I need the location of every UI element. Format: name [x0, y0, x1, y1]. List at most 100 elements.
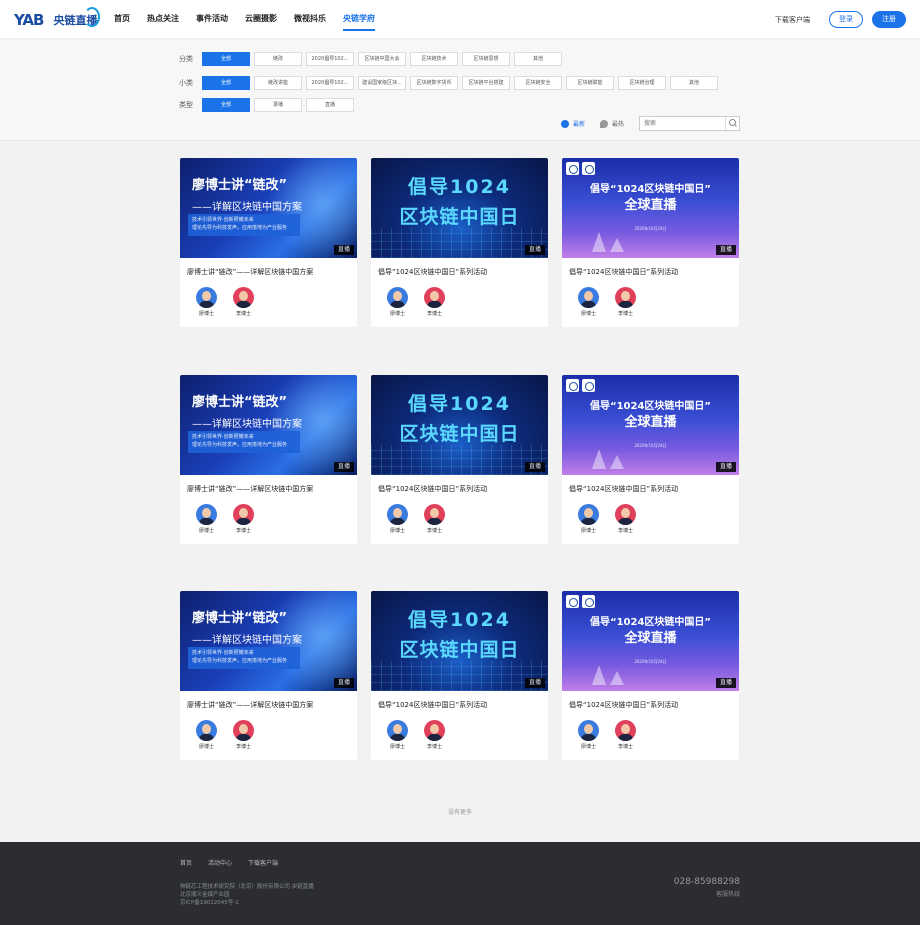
sort-hottest[interactable]: 最热 — [600, 119, 624, 128]
site-logo[interactable]: YAB 央链直播 — [14, 7, 101, 31]
filter-chip-subcategory-5[interactable]: 区块链平台搭建 — [462, 76, 510, 90]
speaker[interactable]: 廖博士 — [379, 287, 416, 317]
filter-chip-category-0[interactable]: 全部 — [202, 52, 250, 66]
course-title[interactable]: 倡导“1024区块链中国日”系列活动 — [378, 484, 487, 494]
speaker[interactable]: 廖博士 — [188, 287, 225, 317]
course-card[interactable]: 倡导“1024区块链中国日” 全球直播 2020年10月24日 直播 倡导“10… — [562, 375, 739, 544]
course-title[interactable]: 倡导“1024区块链中国日”系列活动 — [378, 700, 487, 710]
filter-chip-type-0[interactable]: 全部 — [202, 98, 250, 112]
speaker[interactable]: 李博士 — [416, 720, 453, 750]
filter-chip-subcategory-2[interactable]: 2020倡导102... — [306, 76, 354, 90]
filter-chip-category-4[interactable]: 区块链技术 — [410, 52, 458, 66]
footer-link-2[interactable]: 下载客户端 — [248, 858, 278, 867]
filter-chip-category-2[interactable]: 2020倡导102... — [306, 52, 354, 66]
speaker[interactable]: 李博士 — [607, 504, 644, 534]
course-title[interactable]: 倡导“1024区块链中国日”系列活动 — [378, 267, 487, 277]
filter-chip-subcategory-1[interactable]: 链改讲座 — [254, 76, 302, 90]
nav-item-1[interactable]: 热点关注 — [147, 0, 179, 39]
speaker[interactable]: 廖博士 — [570, 720, 607, 750]
nav-item-5[interactable]: 央链学府 — [343, 0, 375, 39]
speaker[interactable]: 李博士 — [416, 504, 453, 534]
speaker[interactable]: 廖博士 — [188, 504, 225, 534]
banner-logos — [566, 379, 598, 392]
login-button[interactable]: 登录 — [829, 11, 863, 28]
course-banner[interactable]: 廖博士讲“链改” ——详解区块链中国方案 技术引领世界·创新照耀未来 理论先导为… — [180, 158, 357, 258]
course-card[interactable]: 倡导1024 区块链中国日 直播 倡导“1024区块链中国日”系列活动 廖博士 … — [371, 158, 548, 327]
avatar — [387, 287, 408, 308]
speaker[interactable]: 李博士 — [607, 287, 644, 317]
speaker[interactable]: 廖博士 — [379, 504, 416, 534]
course-banner[interactable]: 廖博士讲“链改” ——详解区块链中国方案 技术引领世界·创新照耀未来 理论先导为… — [180, 591, 357, 691]
course-banner[interactable]: 倡导“1024区块链中国日” 全球直播 2020年10月24日 直播 — [562, 158, 739, 258]
course-card[interactable]: 廖博士讲“链改” ——详解区块链中国方案 技术引领世界·创新照耀未来 理论先导为… — [180, 158, 357, 327]
course-banner[interactable]: 倡导1024 区块链中国日 直播 — [371, 158, 548, 258]
course-card[interactable]: 倡导1024 区块链中国日 直播 倡导“1024区块链中国日”系列活动 廖博士 … — [371, 375, 548, 544]
course-card[interactable]: 廖博士讲“链改” ——详解区块链中国方案 技术引领世界·创新照耀未来 理论先导为… — [180, 591, 357, 760]
banner-title: 廖博士讲“链改” — [192, 611, 288, 626]
filter-chip-category-3[interactable]: 区块链中国大会 — [358, 52, 406, 66]
footer-link-0[interactable]: 首页 — [180, 858, 192, 867]
filter-chip-subcategory-7[interactable]: 区块链赋能 — [566, 76, 614, 90]
banner-subtitle: 全球直播 — [624, 198, 677, 213]
avatar — [424, 287, 445, 308]
course-title[interactable]: 倡导“1024区块链中国日”系列活动 — [569, 484, 678, 494]
filter-chip-category-1[interactable]: 链改 — [254, 52, 302, 66]
avatar — [387, 720, 408, 741]
speaker[interactable]: 李博士 — [225, 720, 262, 750]
filter-row-category: 分类 全部 链改 2020倡导102... 区块链中国大会 区块链技术 区块链思想 其他 — [179, 52, 566, 66]
sail-icon — [592, 232, 606, 252]
filter-chip-subcategory-0[interactable]: 全部 — [202, 76, 250, 90]
filter-chip-category-5[interactable]: 区块链思想 — [462, 52, 510, 66]
banner-slogan-box: 技术引领世界·创新照耀未来 理论先导为科技发声，应用落地为产业服务 — [188, 647, 300, 669]
filter-chip-subcategory-4[interactable]: 区块链数字货币 — [410, 76, 458, 90]
register-button[interactable]: 注册 — [872, 11, 906, 28]
filter-chip-subcategory-8[interactable]: 区块链治理 — [618, 76, 666, 90]
org-logo-icon — [566, 595, 579, 608]
speaker-name: 李博士 — [617, 744, 633, 750]
course-title[interactable]: 廖博士讲“链改”——详解区块链中国方案 — [187, 700, 313, 710]
course-banner[interactable]: 廖博士讲“链改” ——详解区块链中国方案 技术引领世界·创新照耀未来 理论先导为… — [180, 375, 357, 475]
speaker[interactable]: 李博士 — [225, 504, 262, 534]
filter-chip-type-1[interactable]: 录播 — [254, 98, 302, 112]
speaker[interactable]: 廖博士 — [570, 504, 607, 534]
speaker-name: 李博士 — [617, 311, 633, 317]
course-banner[interactable]: 倡导1024 区块链中国日 直播 — [371, 591, 548, 691]
nav-item-0[interactable]: 首页 — [114, 0, 130, 39]
search-icon[interactable] — [725, 117, 739, 130]
filter-chip-subcategory-9[interactable]: 其他 — [670, 76, 718, 90]
nav-item-4[interactable]: 微视抖乐 — [294, 0, 326, 39]
nav-item-3[interactable]: 云圈摄影 — [245, 0, 277, 39]
course-banner[interactable]: 倡导1024 区块链中国日 直播 — [371, 375, 548, 475]
footer-link-1[interactable]: 活动中心 — [208, 858, 232, 867]
speaker[interactable]: 廖博士 — [570, 287, 607, 317]
speaker[interactable]: 李博士 — [225, 287, 262, 317]
course-title[interactable]: 廖博士讲“链改”——详解区块链中国方案 — [187, 484, 313, 494]
speaker[interactable]: 廖博士 — [188, 720, 225, 750]
filter-chip-subcategory-3[interactable]: 建设国家级区块... — [358, 76, 406, 90]
course-card[interactable]: 廖博士讲“链改” ——详解区块链中国方案 技术引领世界·创新照耀未来 理论先导为… — [180, 375, 357, 544]
speaker-name: 廖博士 — [389, 744, 405, 750]
live-badge: 直播 — [524, 462, 545, 472]
filter-chip-category-6[interactable]: 其他 — [514, 52, 562, 66]
speaker[interactable]: 李博士 — [607, 720, 644, 750]
course-title[interactable]: 廖博士讲“链改”——详解区块链中国方案 — [187, 267, 313, 277]
speaker[interactable]: 李博士 — [416, 287, 453, 317]
course-card[interactable]: 倡导“1024区块链中国日” 全球直播 2020年10月24日 直播 倡导“10… — [562, 591, 739, 760]
sort-latest[interactable]: 最新 — [561, 119, 585, 128]
nav-item-2[interactable]: 事件活动 — [196, 0, 228, 39]
live-badge: 直播 — [715, 245, 736, 255]
footer-info: 物链芯工程技术研究院（北京）股份有限公司 央链直播 北京顺义金媒产业园 京ICP… — [180, 883, 314, 907]
course-banner[interactable]: 倡导“1024区块链中国日” 全球直播 2020年10月24日 直播 — [562, 591, 739, 691]
course-banner[interactable]: 倡导“1024区块链中国日” 全球直播 2020年10月24日 直播 — [562, 375, 739, 475]
course-card[interactable]: 倡导1024 区块链中国日 直播 倡导“1024区块链中国日”系列活动 廖博士 … — [371, 591, 548, 760]
download-client-link[interactable]: 下载客户端 — [775, 15, 810, 25]
filter-chip-type-2[interactable]: 直播 — [306, 98, 354, 112]
avatar — [615, 720, 636, 741]
filter-chip-subcategory-6[interactable]: 区块链安全 — [514, 76, 562, 90]
banner-date: 2020年10月24日 — [634, 443, 667, 448]
search-input[interactable] — [640, 117, 726, 130]
course-title[interactable]: 倡导“1024区块链中国日”系列活动 — [569, 700, 678, 710]
course-card[interactable]: 倡导“1024区块链中国日” 全球直播 2020年10月24日 直播 倡导“10… — [562, 158, 739, 327]
course-title[interactable]: 倡导“1024区块链中国日”系列活动 — [569, 267, 678, 277]
speaker[interactable]: 廖博士 — [379, 720, 416, 750]
